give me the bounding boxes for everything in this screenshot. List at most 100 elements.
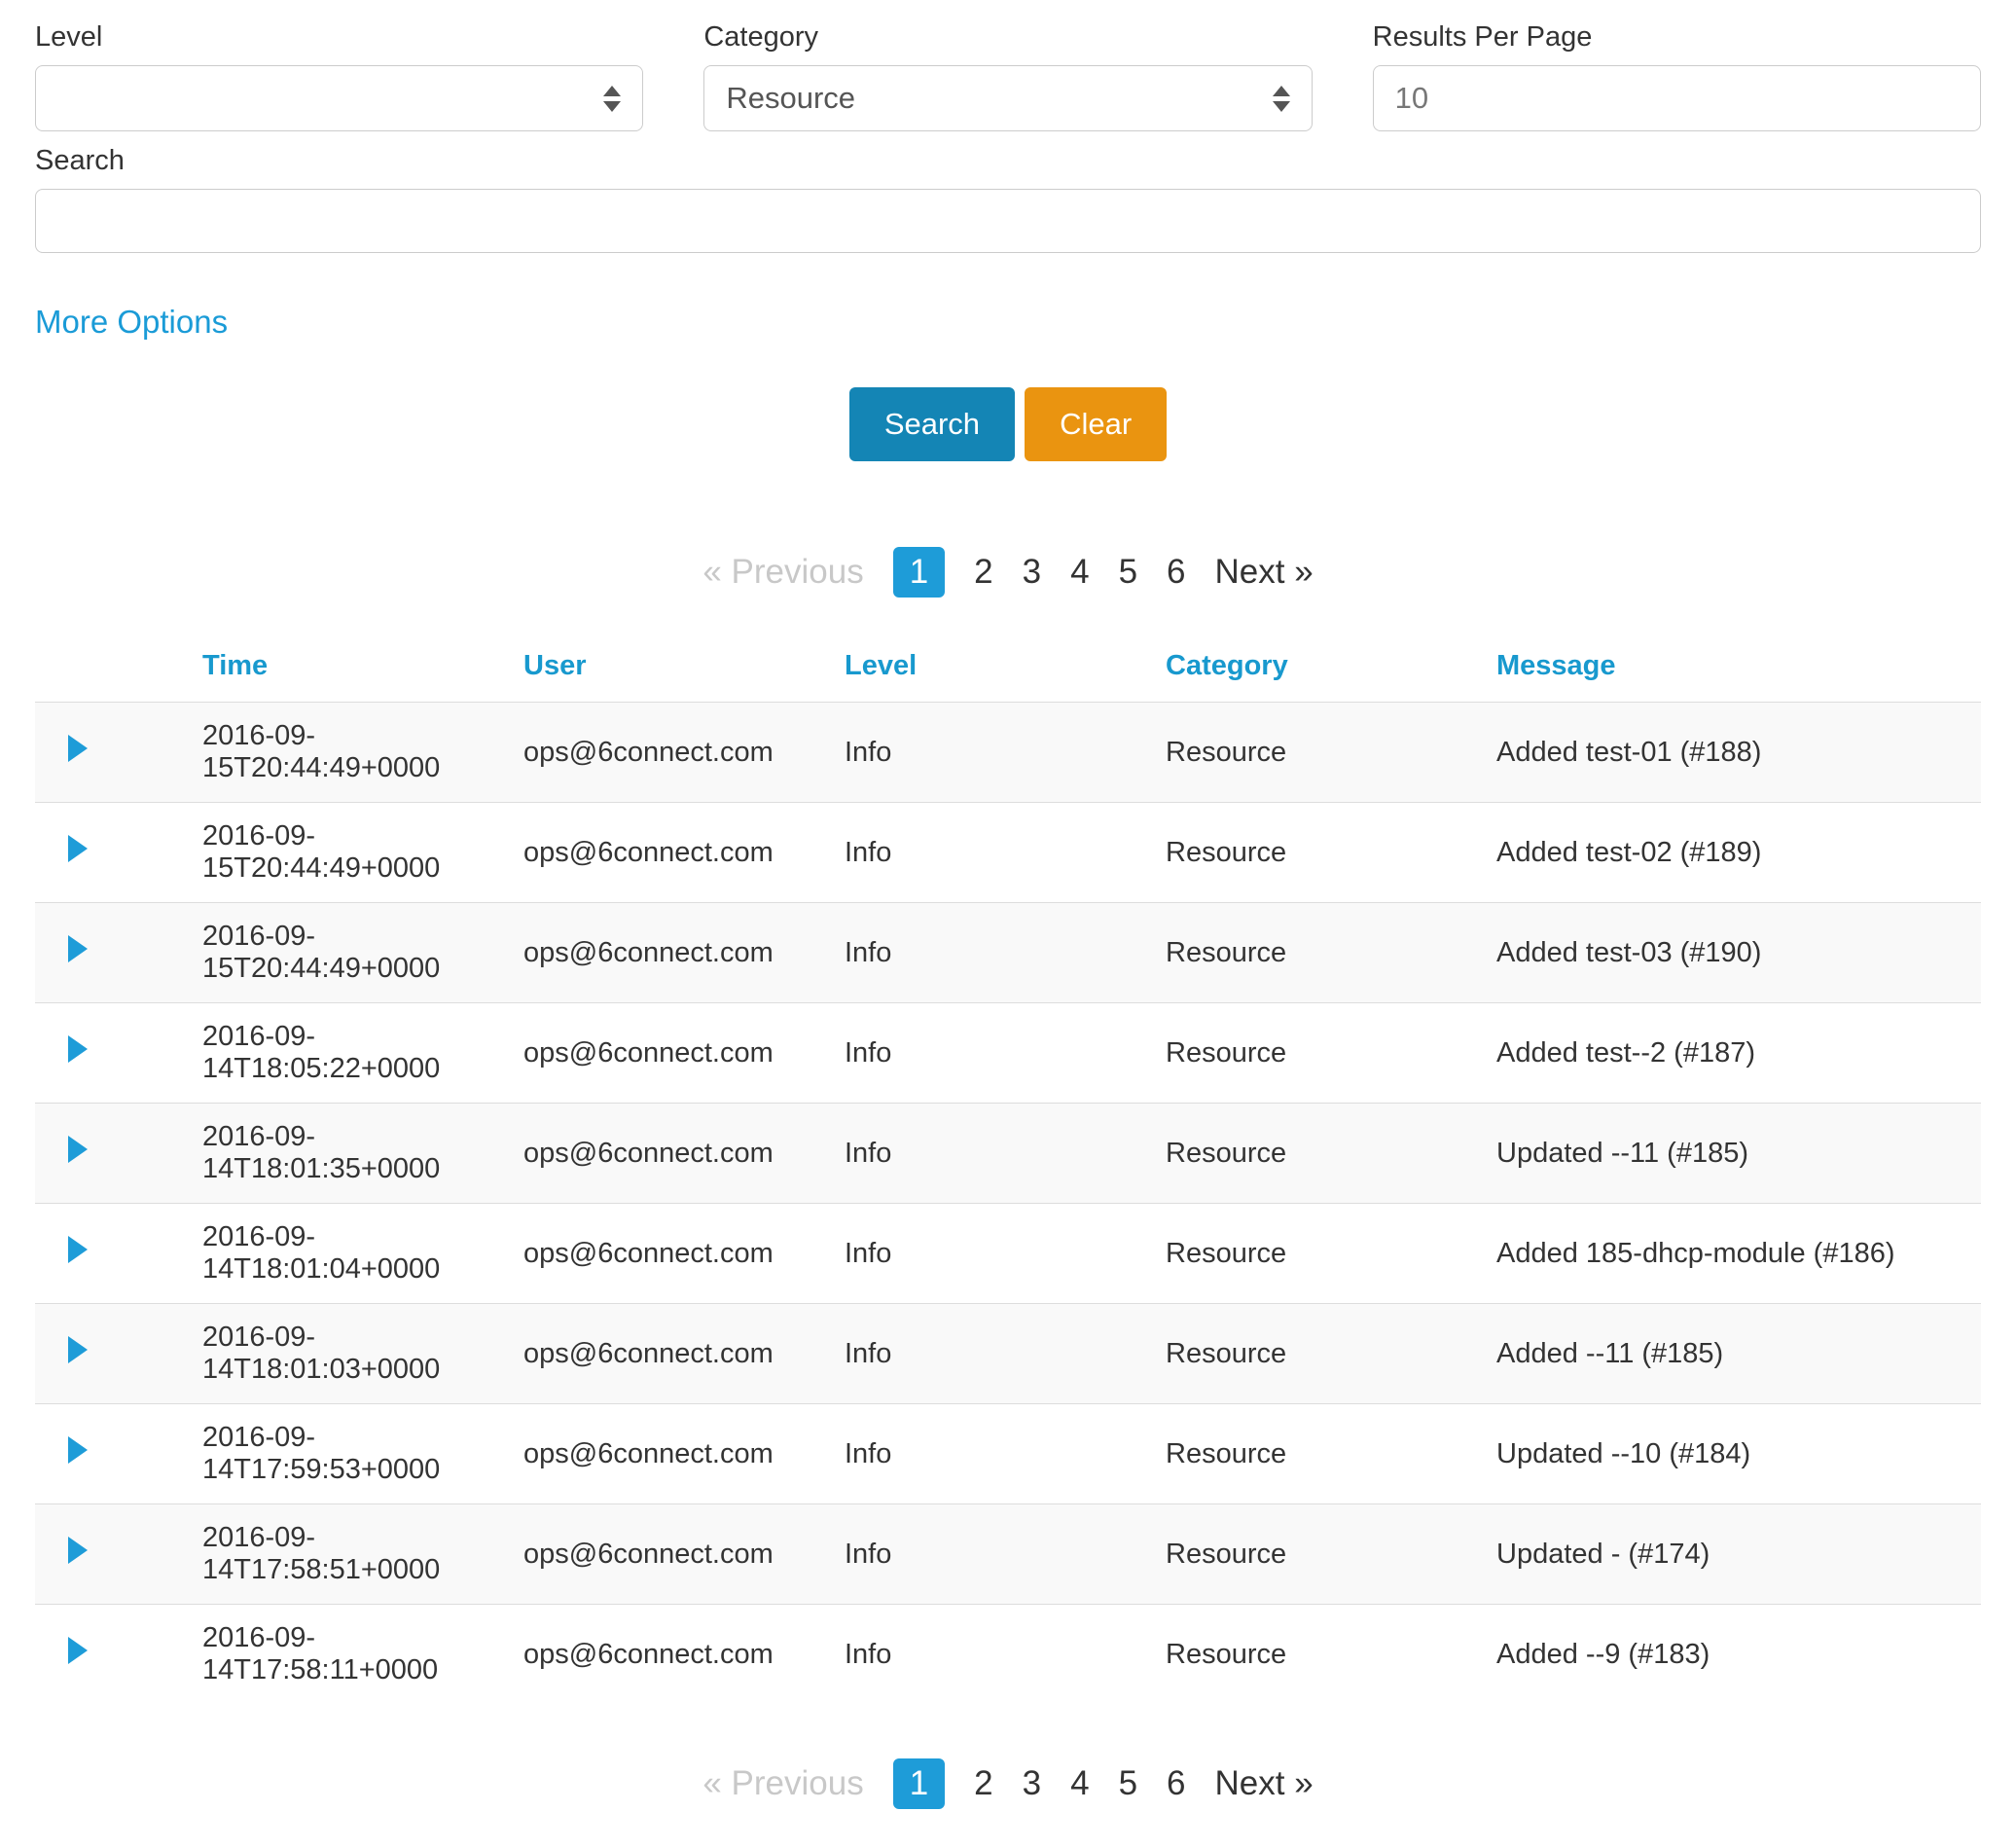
cell-category: Resource — [1154, 1304, 1485, 1404]
level-column-header[interactable]: Level — [833, 634, 1154, 703]
pagination-page-3[interactable]: 3 — [1023, 553, 1041, 592]
pagination-page-5[interactable]: 5 — [1119, 1764, 1137, 1803]
cell-time: 2016-09-15T20:44:49+0000 — [191, 903, 512, 1003]
expand-row-icon[interactable] — [68, 1136, 88, 1163]
log-table-header: Time User Level Category Message — [35, 634, 1981, 703]
results-per-page-group: Results Per Page — [1373, 21, 1981, 131]
pagination-page-3[interactable]: 3 — [1023, 1764, 1041, 1803]
cell-level: Info — [833, 703, 1154, 803]
clear-button[interactable]: Clear — [1025, 387, 1167, 461]
user-column-header[interactable]: User — [512, 634, 833, 703]
cell-time: 2016-09-14T17:58:11+0000 — [191, 1605, 512, 1705]
cell-level: Info — [833, 1304, 1154, 1404]
pagination: « Previous 123456 Next » — [35, 1758, 1981, 1809]
category-column-header[interactable]: Category — [1154, 634, 1485, 703]
expand-column-header — [35, 634, 191, 703]
cell-category: Resource — [1154, 1504, 1485, 1605]
pagination-page-2[interactable]: 2 — [974, 1764, 992, 1803]
search-input[interactable] — [35, 189, 1981, 253]
time-column-header[interactable]: Time — [191, 634, 512, 703]
level-filter-group: Level — [35, 21, 643, 131]
pagination-next[interactable]: Next » — [1215, 553, 1314, 592]
expand-cell — [35, 1204, 191, 1304]
pagination-page-5[interactable]: 5 — [1119, 553, 1137, 592]
message-column-header[interactable]: Message — [1485, 634, 1981, 703]
expand-row-icon[interactable] — [68, 1436, 88, 1464]
level-select[interactable] — [35, 65, 643, 131]
search-section: Search — [35, 145, 1981, 253]
cell-level: Info — [833, 1404, 1154, 1504]
header-row: Time User Level Category Message — [35, 634, 1981, 703]
expand-row-icon[interactable] — [68, 1637, 88, 1664]
pagination-previous[interactable]: « Previous — [702, 1764, 863, 1803]
table-row: 2016-09-14T17:58:11+0000ops@6connect.com… — [35, 1605, 1981, 1705]
select-updown-icon — [1273, 86, 1290, 112]
cell-message: Updated --11 (#185) — [1485, 1104, 1981, 1204]
expand-cell — [35, 903, 191, 1003]
pagination-page-2[interactable]: 2 — [974, 553, 992, 592]
cell-message: Added test-03 (#190) — [1485, 903, 1981, 1003]
expand-row-icon[interactable] — [68, 935, 88, 962]
select-updown-icon — [603, 86, 621, 112]
arrow-down-icon — [603, 101, 621, 112]
expand-cell — [35, 703, 191, 803]
table-row: 2016-09-14T18:05:22+0000ops@6connect.com… — [35, 1003, 1981, 1104]
category-select-value: Resource — [726, 81, 855, 116]
expand-row-icon[interactable] — [68, 835, 88, 862]
expand-cell — [35, 1104, 191, 1204]
search-label: Search — [35, 145, 1981, 177]
cell-message: Updated - (#174) — [1485, 1504, 1981, 1605]
results-per-page-input[interactable] — [1373, 65, 1981, 131]
cell-category: Resource — [1154, 1605, 1485, 1705]
table-row: 2016-09-14T17:59:53+0000ops@6connect.com… — [35, 1404, 1981, 1504]
cell-level: Info — [833, 903, 1154, 1003]
cell-level: Info — [833, 1003, 1154, 1104]
buttons-row: Search Clear — [35, 387, 1981, 461]
cell-time: 2016-09-14T18:05:22+0000 — [191, 1003, 512, 1104]
pagination-page-1[interactable]: 1 — [893, 1758, 945, 1809]
cell-time: 2016-09-14T18:01:04+0000 — [191, 1204, 512, 1304]
cell-user: ops@6connect.com — [512, 1605, 833, 1705]
pagination-page-1[interactable]: 1 — [893, 547, 945, 598]
category-filter-group: Category Resource — [703, 21, 1312, 131]
expand-cell — [35, 803, 191, 903]
pagination-page-4[interactable]: 4 — [1070, 1764, 1089, 1803]
category-select[interactable]: Resource — [703, 65, 1312, 131]
table-row: 2016-09-15T20:44:49+0000ops@6connect.com… — [35, 803, 1981, 903]
expand-row-icon[interactable] — [68, 1537, 88, 1564]
cell-category: Resource — [1154, 1104, 1485, 1204]
cell-category: Resource — [1154, 703, 1485, 803]
log-search-page: Level Category Resource Results Per Page — [0, 0, 2016, 1848]
cell-message: Added --11 (#185) — [1485, 1304, 1981, 1404]
pagination-next[interactable]: Next » — [1215, 1764, 1314, 1803]
search-button[interactable]: Search — [849, 387, 1015, 461]
expand-row-icon[interactable] — [68, 1035, 88, 1063]
cell-time: 2016-09-14T17:59:53+0000 — [191, 1404, 512, 1504]
expand-row-icon[interactable] — [68, 1336, 88, 1363]
table-row: 2016-09-14T17:58:51+0000ops@6connect.com… — [35, 1504, 1981, 1605]
pagination-page-6[interactable]: 6 — [1167, 1764, 1185, 1803]
cell-level: Info — [833, 1204, 1154, 1304]
pagination-previous[interactable]: « Previous — [702, 553, 863, 592]
log-table-body: 2016-09-15T20:44:49+0000ops@6connect.com… — [35, 703, 1981, 1705]
expand-row-icon[interactable] — [68, 735, 88, 762]
table-row: 2016-09-15T20:44:49+0000ops@6connect.com… — [35, 903, 1981, 1003]
pagination-page-4[interactable]: 4 — [1070, 553, 1089, 592]
cell-user: ops@6connect.com — [512, 1404, 833, 1504]
cell-user: ops@6connect.com — [512, 1504, 833, 1605]
cell-level: Info — [833, 1104, 1154, 1204]
cell-user: ops@6connect.com — [512, 803, 833, 903]
expand-cell — [35, 1605, 191, 1705]
cell-user: ops@6connect.com — [512, 703, 833, 803]
cell-message: Added 185-dhcp-module (#186) — [1485, 1204, 1981, 1304]
arrow-up-icon — [603, 86, 621, 96]
cell-time: 2016-09-14T17:58:51+0000 — [191, 1504, 512, 1605]
pagination-page-6[interactable]: 6 — [1167, 553, 1185, 592]
more-options-link[interactable]: More Options — [35, 304, 228, 341]
cell-time: 2016-09-14T18:01:35+0000 — [191, 1104, 512, 1204]
cell-category: Resource — [1154, 803, 1485, 903]
cell-time: 2016-09-14T18:01:03+0000 — [191, 1304, 512, 1404]
cell-category: Resource — [1154, 1204, 1485, 1304]
cell-message: Added --9 (#183) — [1485, 1605, 1981, 1705]
expand-row-icon[interactable] — [68, 1236, 88, 1263]
